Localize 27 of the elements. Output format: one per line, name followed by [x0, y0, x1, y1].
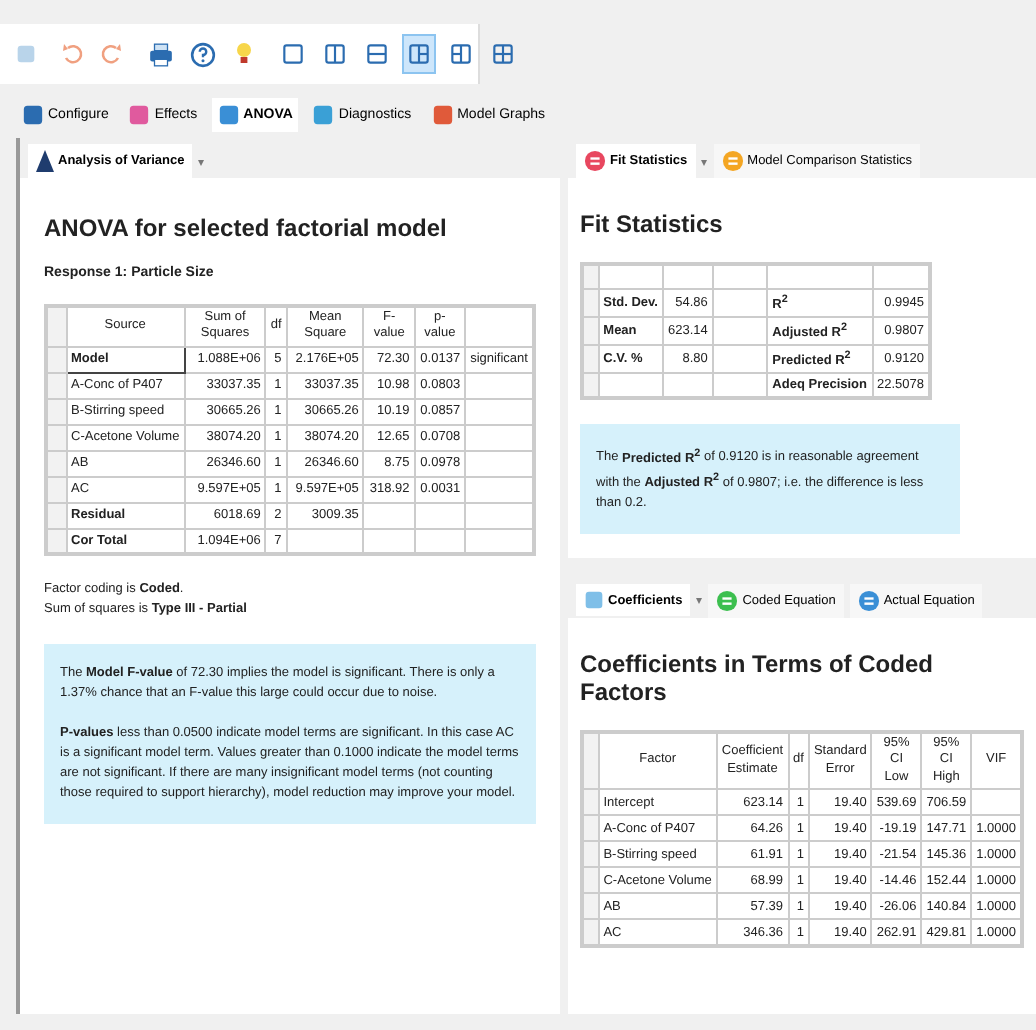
- table-cell: [363, 502, 415, 529]
- lightbulb-icon: [232, 40, 256, 68]
- panel-title: ANOVA for selected factorial model: [44, 214, 449, 242]
- tab-icon: [22, 103, 44, 125]
- table-cell: [414, 502, 466, 529]
- tab-icon: [312, 103, 335, 125]
- tab-icon: [128, 103, 151, 125]
- stats-icon: [721, 150, 744, 172]
- help-icon: [190, 41, 216, 67]
- tab-icon: [431, 103, 454, 125]
- panel-title: Fit Statistics: [580, 210, 725, 238]
- undo-icon: [60, 42, 84, 66]
- equation-icon: [716, 589, 739, 612]
- triangle-icon: [36, 150, 54, 172]
- redo-icon: [100, 42, 124, 66]
- tab-icon: [217, 103, 240, 125]
- printer-icon: [148, 41, 174, 67]
- window-layout-icon: [364, 38, 390, 70]
- window-layout-icon: [490, 38, 516, 70]
- window-layout-icon: [280, 38, 306, 70]
- window-layout-icon: [448, 38, 474, 70]
- equation-icon: [857, 589, 880, 612]
- window-layout-icon: [322, 38, 348, 70]
- layout-button[interactable]: [402, 34, 436, 74]
- stats-icon: [584, 150, 606, 172]
- panel-title: Coefficients in Terms of Coded Factors: [580, 649, 935, 706]
- window-layout-icon: [406, 38, 432, 70]
